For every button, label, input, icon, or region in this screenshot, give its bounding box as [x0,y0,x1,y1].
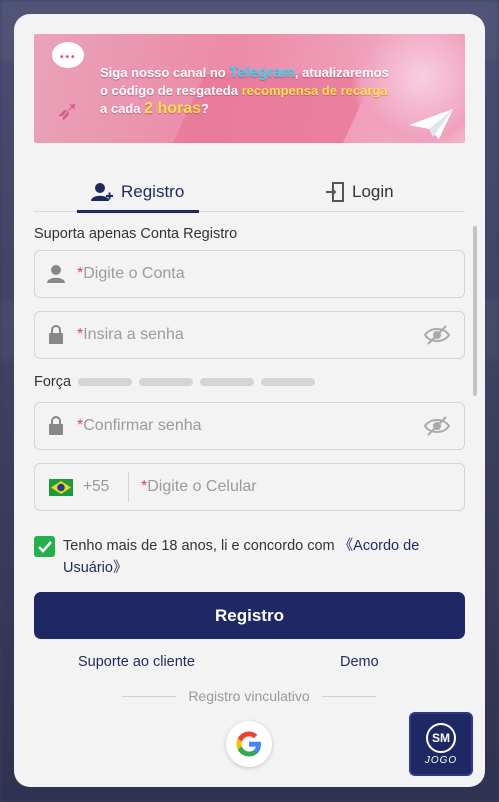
user-icon [47,265,65,283]
jogo-logo-word: JOGO [424,754,458,766]
terms-text: Tenho mais de 18 anos, li e concordo com [63,538,339,554]
register-modal: ••• ➶ Siga nosso canal no Telegram, atua… [14,14,485,787]
google-icon [236,731,261,757]
tab-login-label: Login [352,182,394,201]
strength-bar [261,378,316,386]
telegram-banner[interactable]: ••• ➶ Siga nosso canal no Telegram, atua… [34,34,465,143]
jogo-login-button[interactable]: SM JOGO [409,712,473,776]
jogo-logo-icon: SM [426,722,456,753]
strength-label: Força [34,374,72,390]
eye-slash-icon[interactable] [424,415,450,437]
account-field[interactable]: *Digite o Conta [34,250,465,298]
confirm-password-field[interactable]: *Confirmar senha [34,402,465,450]
tab-register[interactable]: Registro [77,172,199,213]
password-placeholder: Insira a senha [83,326,184,343]
terms-agreement: Tenho mais de 18 anos, li e concordo com… [34,535,454,579]
terms-checkbox[interactable] [34,536,55,557]
lock-icon [49,416,63,435]
form-scrollbar[interactable] [473,226,477,396]
account-placeholder: Digite o Conta [83,265,185,282]
paper-plane-icon [409,109,453,139]
login-door-icon [326,182,344,202]
tab-login[interactable]: Login [326,172,394,212]
phone-field[interactable]: +55 *Digite o Celular [34,463,465,511]
phone-placeholder: Digite o Celular [147,478,257,495]
strength-bar [139,378,194,386]
eye-slash-icon[interactable] [424,324,450,346]
register-submit-button[interactable]: Registro [34,592,465,639]
strength-bar [200,378,255,386]
country-code: +55 [83,478,110,495]
lock-icon [49,325,63,344]
divider-text: Registro vinculativo [188,688,310,704]
tab-register-label: Registro [121,182,185,201]
auth-tabs: Registro Login [34,172,465,213]
banner-text: Siga nosso canal no Telegram, atualizare… [100,64,389,117]
confirm-placeholder: Confirmar senha [83,417,202,434]
brazil-flag-icon [49,478,73,496]
strength-bar [78,378,133,386]
password-field[interactable]: *Insira a senha [34,311,465,359]
check-icon [37,540,52,553]
country-code-selector[interactable]: +55 [35,472,129,502]
binding-divider: Registro vinculativo [122,688,377,704]
customer-support-link[interactable]: Suporte ao cliente [78,654,195,670]
account-type-label: Suporta apenas Conta Registro [34,226,238,242]
user-plus-icon [91,183,113,201]
demo-link[interactable]: Demo [340,654,379,670]
rocket-icon: ➶ [56,95,80,126]
password-strength: Força [34,374,316,390]
google-login-button[interactable] [226,721,272,767]
